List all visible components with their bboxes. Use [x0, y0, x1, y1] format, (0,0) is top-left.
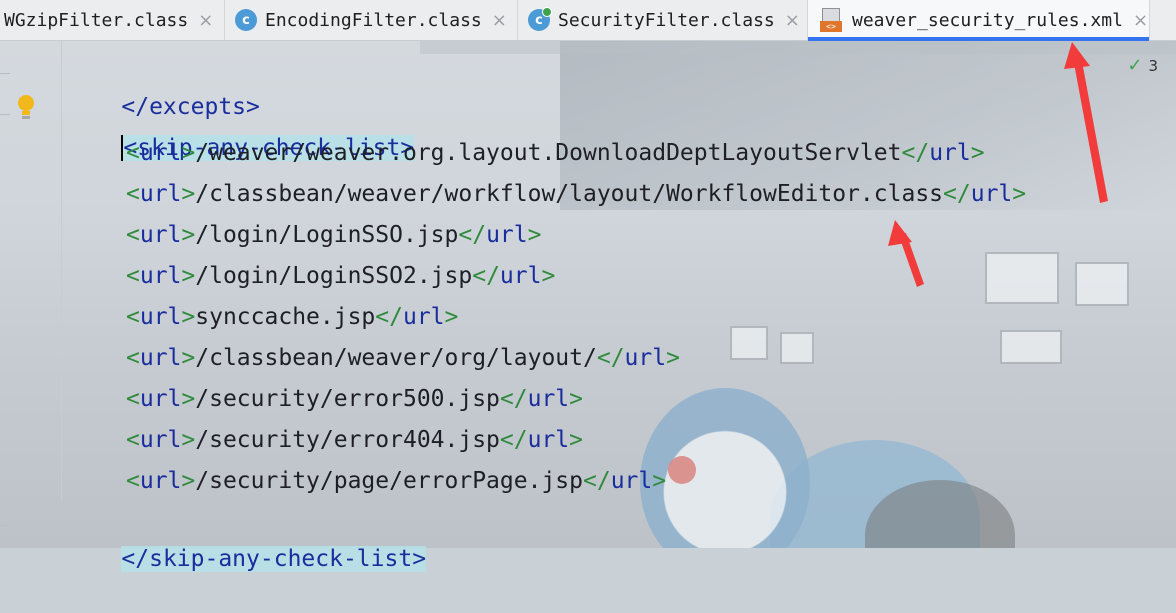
code-line-url: <url>/classbean/weaver/org/layout/</url>: [126, 345, 680, 371]
code-line-url: <url>/security/error404.jsp</url>: [126, 427, 584, 453]
code-line-url: <url>/security/page/errorPage.jsp</url>: [126, 468, 667, 494]
close-icon[interactable]: ×: [492, 10, 507, 31]
code-editor[interactable]: ✓ 3 </excepts> <skip-any-check-list> <url…: [0, 41, 1176, 572]
code-line-url: <url>/login/LoginSSO.jsp</url>: [126, 222, 542, 248]
class-file-icon: c: [235, 9, 257, 31]
fold-marker: [0, 525, 10, 526]
fold-marker: [0, 114, 10, 115]
tab-label: WGzipFilter.class: [4, 9, 189, 31]
checkmark-icon: ✓: [1127, 55, 1143, 76]
tab-label: weaver_security_rules.xml: [852, 9, 1123, 31]
xml-file-icon: <>: [820, 8, 844, 32]
code-line-url: <url>/security/error500.jsp</url>: [126, 386, 584, 412]
close-icon[interactable]: ×: [1133, 10, 1148, 31]
gutter-divider: [61, 41, 62, 501]
inspection-widget[interactable]: ✓ 3: [1127, 55, 1158, 76]
close-icon[interactable]: ×: [785, 10, 800, 31]
tab-label: SecurityFilter.class: [558, 9, 775, 31]
code-line: <skip-any-check-list>: [66, 94, 415, 161]
code-line-url: <url>/weaver/weaver.org.layout.DownloadD…: [126, 140, 985, 166]
tab-encodingfilter[interactable]: c EncodingFilter.class ×: [225, 0, 518, 40]
close-icon[interactable]: ×: [198, 10, 213, 31]
tab-wgzipfilter[interactable]: WGzipFilter.class ×: [0, 0, 225, 40]
code-line: </excepts>: [66, 53, 259, 120]
code-line-url: <url>/login/LoginSSO2.jsp</url>: [126, 263, 556, 289]
class-file-icon: c: [528, 7, 552, 31]
code-line-url: <url>/classbean/weaver/workflow/layout/W…: [126, 181, 1027, 207]
fold-marker: [0, 73, 10, 74]
tab-securityfilter[interactable]: c SecurityFilter.class ×: [518, 0, 808, 40]
inspection-count: 3: [1148, 57, 1158, 75]
xml-tag-highlighted: </skip-any-check-list>: [121, 546, 427, 572]
tab-label: EncodingFilter.class: [265, 9, 482, 31]
editor-tab-bar: WGzipFilter.class × c EncodingFilter.cla…: [0, 0, 1176, 41]
code-line: </skip-any-check-list>: [66, 505, 427, 572]
code-line-url: <url>synccache.jsp</url>: [126, 304, 459, 330]
lightbulb-icon[interactable]: [17, 95, 35, 121]
tab-weaver-security-rules[interactable]: <> weaver_security_rules.xml ×: [808, 0, 1150, 41]
